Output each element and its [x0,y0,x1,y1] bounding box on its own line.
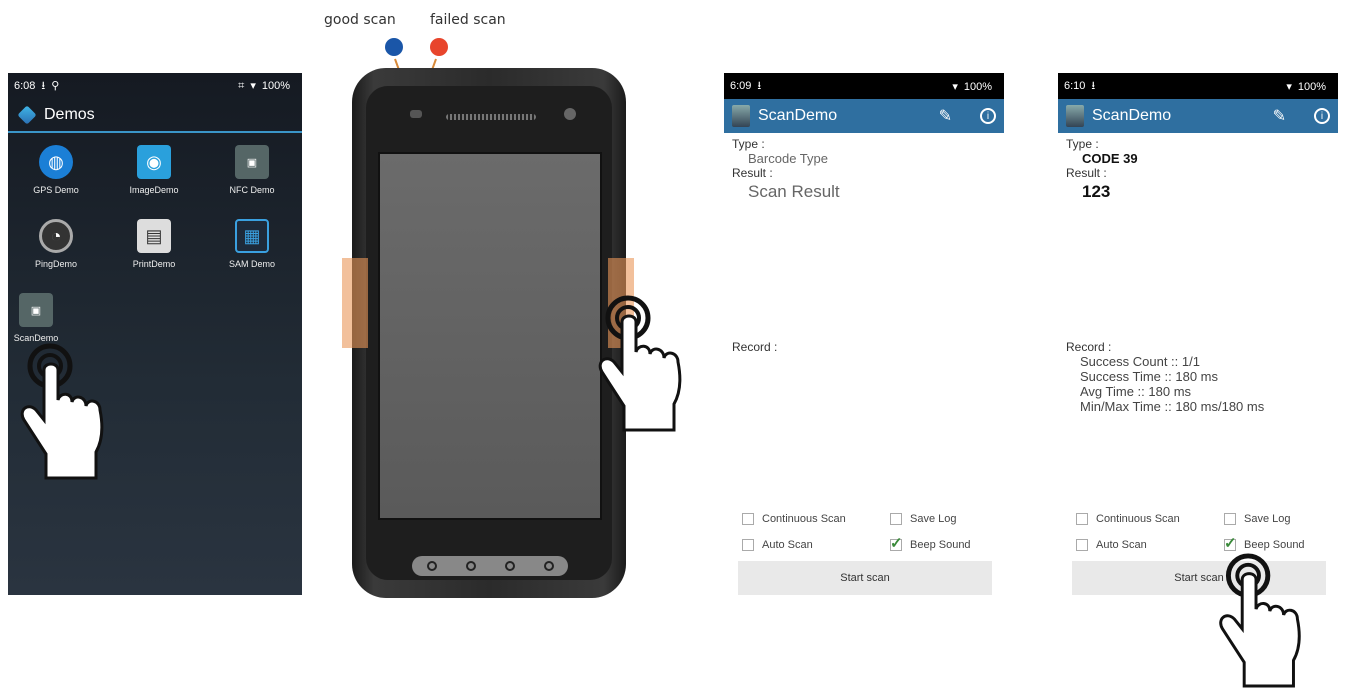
save-log-checkbox[interactable]: Save Log [890,513,956,525]
scandemo-toolbar: ScanDemo ✎ i [1058,99,1338,133]
good-scan-label: good scan [324,12,396,28]
device-screen [378,152,602,520]
left-scan-key[interactable] [342,258,368,348]
info-icon[interactable]: i [980,108,996,124]
front-camera-icon [564,108,576,120]
continuous-scan-label: Continuous Scan [762,513,846,525]
app-label: GPS Demo [33,185,79,195]
scandemo-title: ScanDemo [1092,107,1172,124]
auto-scan-checkbox[interactable]: Auto Scan [742,539,813,551]
type-value: CODE 39 [1082,151,1138,166]
start-scan-button[interactable]: Start scan [738,561,992,595]
globe-icon: ◍ [39,145,73,179]
handheld-device-photo [352,68,626,598]
record-label: Record : [1066,340,1112,354]
continuous-scan-label: Continuous Scan [1096,513,1180,525]
auto-scan-label: Auto Scan [1096,539,1147,551]
status-bar: 6:09 ⭳ ▾ 100% [724,73,1004,99]
settings-wrench-icon[interactable]: ✎ [939,106,952,126]
download-icon: ⭳ [1091,79,1096,92]
battery-level: 100% [261,80,290,92]
tap-hand-icon [20,343,104,480]
failed-scan-label: failed scan [430,12,506,28]
status-time: 6:09 [730,79,752,92]
status-time: 6:08 [14,79,36,92]
demos-logo-icon [17,105,37,125]
app-ping-demo[interactable]: ◔ PingDemo [8,219,104,269]
download-icon: ⭳ [41,79,46,92]
scandemo-screen-before: 6:09 ⭳ ▾ 100% ScanDemo ✎ i Type : Barcode … [724,73,1004,595]
continuous-scan-checkbox[interactable]: Continuous Scan [742,513,846,525]
scandemo-toolbar: ScanDemo ✎ i [724,99,1004,133]
wifi-icon: ▾ [1286,80,1292,93]
result-label: Result : [1066,166,1107,180]
record-area: Success Count :: 1/1 Success Time :: 180… [1066,354,1330,504]
record-success-count: Success Count :: 1/1 [1080,354,1200,369]
scandemo-title: ScanDemo [758,107,838,124]
app-label: SAM Demo [228,259,275,269]
type-label: Type : [732,137,765,151]
app-label: ImageDemo [129,185,179,195]
type-label: Type : [1066,137,1099,151]
record-label: Record : [732,340,778,354]
scan-led-indicator [410,110,422,118]
type-value: Barcode Type [748,151,828,166]
launcher-screen: 6:08 ⭳ ⚲ ⌗ ▾ 100% Demos ◍ GPS Demo ◉ ImageDe… [8,73,302,595]
scanner-icon [1066,105,1084,127]
good-scan-led-dot [385,38,403,56]
wifi-icon: ▾ [952,80,958,93]
press-hand-icon [598,295,682,432]
save-log-checkbox[interactable]: Save Log [1224,513,1290,525]
result-value: Scan Result [748,182,840,201]
app-nfc-demo[interactable]: ▣ NFC Demo [204,145,300,195]
app-sam-demo[interactable]: ▦ SAM Demo [204,219,300,269]
record-avg-time: Avg Time :: 180 ms [1080,384,1192,399]
launcher-app-bar: Demos [8,99,302,133]
status-bar: 6:10 ⭳ ▾ 100% [1058,73,1338,99]
continuous-scan-checkbox[interactable]: Continuous Scan [1076,513,1180,525]
beep-sound-checkbox[interactable]: Beep Sound [890,534,971,552]
tap-start-hand-icon [1219,553,1301,688]
app-label: PingDemo [34,259,78,269]
info-icon[interactable]: i [1314,108,1330,124]
beep-sound-label: Beep Sound [910,539,971,551]
device-speaker [446,114,536,120]
gauge-icon: ◔ [39,219,73,253]
record-area [732,354,996,504]
status-bar: 6:08 ⭳ ⚲ ⌗ ▾ 100% [8,73,302,99]
save-log-label: Save Log [1244,513,1291,525]
save-log-label: Save Log [910,513,957,525]
app-print-demo[interactable]: ▤ PrintDemo [106,219,202,269]
nfc-icon: ▣ [235,145,269,179]
failed-scan-led-dot [430,38,448,56]
result-value: 123 [1082,182,1111,201]
scanner-icon [732,105,750,127]
record-success-time: Success Time :: 180 ms [1080,369,1218,384]
record-minmax-time: Min/Max Time :: 180 ms/180 ms [1080,399,1265,414]
sim-card-icon: ▦ [235,219,269,253]
device-nav-keys[interactable] [412,556,568,576]
battery-level: 100% [963,80,992,93]
settings-wrench-icon[interactable]: ✎ [1273,106,1286,126]
download-icon: ⭳ [757,79,762,92]
result-label: Result : [732,166,773,180]
app-label: PrintDemo [132,259,176,269]
vibrate-icon: ⌗ [238,80,245,92]
scanner-icon: ▣ [19,293,53,327]
wifi-icon: ▾ [250,80,256,92]
app-image-demo[interactable]: ◉ ImageDemo [106,145,202,195]
auto-scan-label: Auto Scan [762,539,813,551]
battery-level: 100% [1297,80,1326,93]
app-gps-demo[interactable]: ◍ GPS Demo [8,145,104,195]
launcher-title: Demos [44,106,95,123]
app-label: NFC Demo [229,185,275,195]
app-scan-demo[interactable]: ▣ ScanDemo [8,293,84,343]
status-time: 6:10 [1064,79,1086,92]
scandemo-screen-after: 6:10 ⭳ ▾ 100% ScanDemo ✎ i Type : CODE 39 … [1058,73,1338,595]
printer-icon: ▤ [137,219,171,253]
auto-scan-checkbox[interactable]: Auto Scan [1076,539,1147,551]
camera-icon: ◉ [137,145,171,179]
location-icon: ⚲ [51,79,60,92]
